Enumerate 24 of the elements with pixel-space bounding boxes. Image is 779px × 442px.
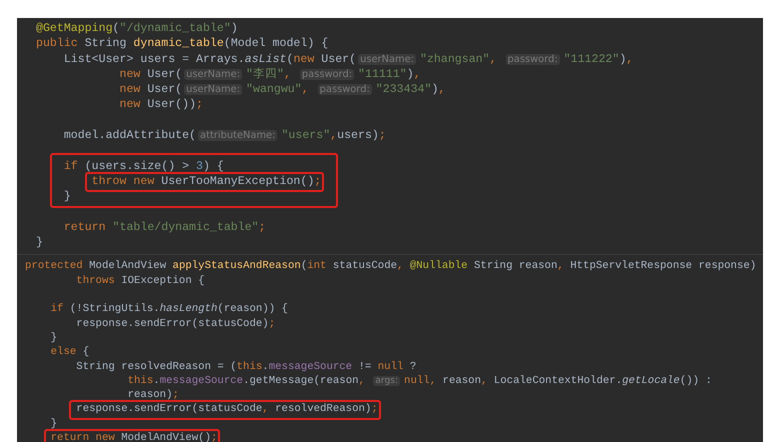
code-line: response.sendError(statusCode); [76, 318, 276, 330]
code-line: } [50, 418, 58, 430]
code-line: public String dynamic_table(Model model) { [36, 37, 328, 50]
code-line: new User()); [119, 98, 203, 112]
code-line: new User( userName: "李四", password: "11111"), [119, 68, 421, 81]
code-line: throw new UserTooManyException(); [92, 174, 322, 188]
code-line: } [50, 332, 58, 344]
code-line: return new ModelAndView(); [50, 432, 218, 442]
code-line: @GetMapping("/dynamic_table") [36, 22, 238, 35]
code-line: if (users.size() > 3) { [64, 160, 224, 173]
code-line: List<User> users = Arrays.asList(new User( userName: "zhangsan", password: "111222"), [64, 52, 634, 66]
code-line: new User( userName: "wangwu", password: "233434"), [119, 83, 446, 96]
code-line: } [36, 236, 43, 250]
code-line: protected ModelAndView applyStatusAndReason(int statusCode, @Nullable String reason, HttpServletResponse response) [25, 260, 756, 272]
code-line: if (!StringUtils.hasLength(reason)) { [50, 303, 288, 316]
code-line: reason); [128, 389, 179, 402]
code-line: else { [50, 346, 90, 358]
code-line: String resolvedReason = (this.messageSource != null ? [76, 360, 416, 373]
code-line: return "table/dynamic_table"; [64, 220, 266, 234]
code-line: response.sendError(statusCode, resolvedReason); [76, 403, 378, 416]
code-line: throws IOException { [76, 274, 205, 287]
code-line: this.messageSource.getMessage(reason, args: null, reason, LocaleContextHolder.getLocale()) : [128, 374, 712, 387]
code-line: model.addAttribute( attributeName: "users",users); [64, 129, 386, 142]
code-line: } [64, 190, 71, 204]
